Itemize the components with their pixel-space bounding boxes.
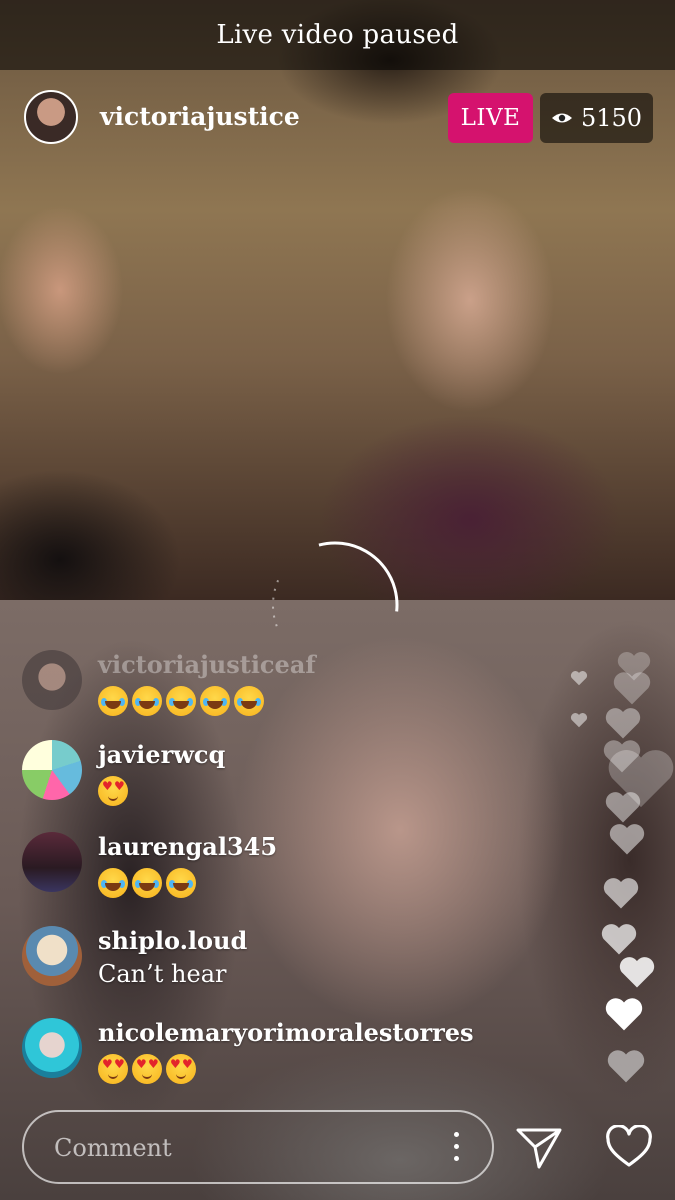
comment-item: shiplo.loud Can’t hear <box>22 926 582 1006</box>
comment-username[interactable]: shiplo.loud <box>98 926 247 955</box>
heart-icon <box>605 998 643 1031</box>
host-username[interactable]: victoriajustice <box>100 102 300 131</box>
heart-outline-icon[interactable] <box>605 1125 653 1169</box>
emoji-row <box>98 776 128 806</box>
paused-banner: Live video paused <box>216 20 459 50</box>
host-video <box>0 0 675 600</box>
live-badge: LIVE <box>448 93 533 143</box>
laughing-emoji-icon <box>98 686 128 716</box>
laughing-emoji-icon <box>132 686 162 716</box>
heart-icon <box>619 957 655 988</box>
eye-icon <box>551 113 572 123</box>
comment-item: nicolemaryorimoralestorres <box>22 1018 582 1098</box>
host-avatar[interactable] <box>24 90 78 144</box>
comment-username[interactable]: javierwcq <box>98 740 225 769</box>
avatar[interactable] <box>22 1018 82 1078</box>
heart-icon <box>609 824 645 855</box>
comment-item: laurengal345 <box>22 832 582 912</box>
comment-text: Can’t hear <box>98 960 227 988</box>
laughing-emoji-icon <box>132 868 162 898</box>
heart-icon <box>570 713 588 728</box>
comment-username[interactable]: nicolemaryorimoralestorres <box>98 1018 474 1047</box>
laughing-emoji-icon <box>234 686 264 716</box>
comment-input[interactable]: Comment <box>22 1110 494 1184</box>
heart-icon <box>605 708 641 739</box>
vertical-dots-icon[interactable] <box>452 1132 460 1164</box>
emoji-row <box>98 1054 196 1084</box>
comment-item: javierwcq <box>22 740 582 820</box>
comment-item: victoriajusticeaf <box>22 650 582 730</box>
avatar[interactable] <box>22 926 82 986</box>
avatar[interactable] <box>22 740 82 800</box>
laughing-emoji-icon <box>98 868 128 898</box>
emoji-row <box>98 868 196 898</box>
comment-username[interactable]: laurengal345 <box>98 832 277 861</box>
avatar[interactable] <box>22 832 82 892</box>
emoji-row <box>98 686 264 716</box>
heart-eyes-emoji-icon <box>132 1054 162 1084</box>
heart-icon <box>603 878 639 909</box>
paper-plane-icon[interactable] <box>515 1125 563 1171</box>
heart-icon <box>605 792 641 823</box>
laughing-emoji-icon <box>166 686 196 716</box>
viewer-count: 5150 <box>580 104 643 132</box>
comment-username[interactable]: victoriajusticeaf <box>98 650 316 679</box>
heart-icon <box>601 924 637 955</box>
heart-eyes-emoji-icon <box>166 1054 196 1084</box>
heart-icon <box>607 1050 645 1083</box>
laughing-emoji-icon <box>200 686 230 716</box>
viewer-count-badge[interactable]: 5150 <box>540 93 653 143</box>
comment-placeholder: Comment <box>54 1134 172 1162</box>
heart-eyes-emoji-icon <box>98 776 128 806</box>
heart-eyes-emoji-icon <box>98 1054 128 1084</box>
laughing-emoji-icon <box>166 868 196 898</box>
heart-icon <box>570 671 588 686</box>
avatar[interactable] <box>22 650 82 710</box>
heart-icon <box>613 672 651 705</box>
